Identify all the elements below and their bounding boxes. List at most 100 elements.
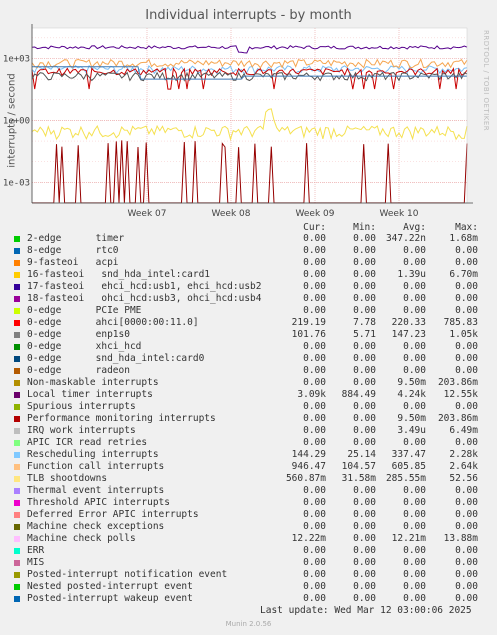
- legend-max: 203.86m: [437, 377, 478, 388]
- legend-name: 0-edge radeon: [27, 365, 130, 376]
- legend-row: Thermal event interrupts 0.00 0.00 0.00 0.00: [12, 485, 482, 497]
- legend-name: Nested posted-interrupt event: [27, 581, 193, 592]
- legend-swatch: [14, 464, 20, 470]
- legend-swatch: [14, 392, 20, 398]
- legend-row: Posted-interrupt wakeup event 0.00 0.00 0.0…: [12, 593, 482, 605]
- legend-row: Non-maskable interrupts 0.00 0.00 9.50m 203.…: [12, 377, 482, 389]
- legend-row: IRQ work interrupts 0.00 0.00 3.49u 6.49m: [12, 425, 482, 437]
- legend-row: APIC ICR read retries 0.00 0.00 0.00 0.00: [12, 437, 482, 449]
- legend-name: Machine check exceptions: [27, 521, 165, 532]
- legend-row: Function call interrupts 946.47 104.57 605.…: [12, 461, 482, 473]
- legend-swatch: [14, 272, 20, 278]
- legend-row: Machine check exceptions 0.00 0.00 0.00 0.00: [12, 521, 482, 533]
- legend-name: Spurious interrupts: [27, 401, 136, 412]
- legend-name: Machine check polls: [27, 533, 136, 544]
- legend-row: 0-edge PCIe PME 0.00 0.00 0.00 0.00: [12, 305, 482, 317]
- legend-row: Threshold APIC interrupts 0.00 0.00 0.00 0.0…: [12, 497, 482, 509]
- legend-max: 0.00: [455, 245, 478, 256]
- legend-swatch: [14, 332, 20, 338]
- legend-row: Machine check polls 12.22m 0.00 12.21m 13.88…: [12, 533, 482, 545]
- legend-swatch: [14, 368, 20, 374]
- chart-plot: 1e+03 1e+00 1e-03 Week 07 Week 08 Week 09 Week…: [3, 24, 473, 219]
- legend-max: 0.00: [455, 593, 478, 604]
- legend-max: 0.00: [455, 257, 478, 268]
- legend-row: ERR 0.00 0.00 0.00 0.00: [12, 545, 482, 557]
- legend-name: Deferred Error APIC interrupts: [27, 509, 199, 520]
- legend-swatch: [14, 260, 20, 266]
- legend-swatch: [14, 500, 20, 506]
- x-tick-label: Week 09: [296, 209, 335, 219]
- y-tick-label: 1e+03: [3, 54, 30, 64]
- legend-row: 18-fasteoi ohci_hcd:usb3, ohci_hcd:usb4 0…: [12, 293, 482, 305]
- legend-name: 9-fasteoi acpi: [27, 257, 119, 268]
- legend-row: Performance monitoring interrupts 0.00 0.0…: [12, 413, 482, 425]
- legend-swatch: [14, 452, 20, 458]
- legend-swatch: [14, 548, 20, 554]
- legend-name: 16-fasteoi snd_hda_intel:card1: [27, 269, 211, 280]
- legend-max: 0.00: [455, 281, 478, 292]
- legend-swatch: [14, 428, 20, 434]
- legend-name: 0-edge PCIe PME: [27, 305, 142, 316]
- legend-max: 203.86m: [437, 413, 478, 424]
- legend-max: 0.00: [455, 545, 478, 556]
- legend-swatch: [14, 584, 20, 590]
- legend-swatch: [14, 308, 20, 314]
- legend-max: 0.00: [455, 341, 478, 352]
- legend-name: 0-edge xhci_hcd: [27, 341, 142, 352]
- legend-swatch: [14, 560, 20, 566]
- legend-max: 0.00: [455, 569, 478, 580]
- legend-max: 0.00: [455, 353, 478, 364]
- legend-max: 0.00: [455, 557, 478, 568]
- legend-name: IRQ work interrupts: [27, 425, 136, 436]
- legend-swatch: [14, 476, 20, 482]
- legend-row: 0-edge enp1s0 101.76 5.71 147.23 1.05k: [12, 329, 482, 341]
- legend-max: 6.49m: [449, 425, 478, 436]
- legend-swatch: [14, 248, 20, 254]
- legend-name: Threshold APIC interrupts: [27, 497, 170, 508]
- legend-max: 0.00: [455, 485, 478, 496]
- legend-swatch: [14, 320, 20, 326]
- legend-max: 2.28k: [449, 449, 478, 460]
- legend-row: 16-fasteoi snd_hda_intel:card1 0.00 0.00 1.…: [12, 269, 482, 281]
- legend-header-max: Max:: [455, 222, 478, 233]
- legend-name: 0-edge ahci[0000:00:11.0]: [27, 317, 199, 328]
- legend-max: 0.00: [455, 581, 478, 592]
- legend-max: 785.83: [443, 317, 478, 328]
- legend-name: Function call interrupts: [27, 461, 165, 472]
- legend-max: 1.05k: [449, 329, 478, 340]
- legend-max: 0.00: [455, 293, 478, 304]
- legend-row: Spurious interrupts 0.00 0.00 0.00 0.00: [12, 401, 482, 413]
- y-tick-label: 1e-03: [3, 178, 30, 188]
- legend-max: 12.55k: [443, 389, 478, 400]
- legend-swatch: [14, 380, 20, 386]
- legend-name: 18-fasteoi ohci_hcd:usb3, ohci_hcd:usb4: [27, 293, 262, 304]
- legend-name: 17-fasteoi ehci_hcd:usb1, ehci_hcd:usb2: [27, 281, 262, 292]
- legend-name: MIS: [27, 557, 45, 568]
- legend-max: 1.68m: [449, 233, 478, 244]
- legend-swatch: [14, 416, 20, 422]
- legend-max: 0.00: [455, 497, 478, 508]
- legend-max: 0.00: [455, 401, 478, 412]
- legend-row: 0-edge ahci[0000:00:11.0] 219.19 7.78 220.3…: [12, 317, 482, 329]
- legend-max: 0.00: [455, 521, 478, 532]
- legend-swatch: [14, 512, 20, 518]
- legend-row: Rescheduling interrupts 144.29 25.14 337.47…: [12, 449, 482, 461]
- legend-max: 2.64k: [449, 461, 478, 472]
- legend-row: MIS 0.00 0.00 0.00 0.00: [12, 557, 482, 569]
- legend-name: Thermal event interrupts: [27, 485, 165, 496]
- last-update: Last update: Wed Mar 12 03:00:06 2025: [260, 605, 472, 616]
- munin-version: Munin 2.0.56: [225, 620, 272, 628]
- legend-row: Local timer interrupts 3.09k 884.49 4.24k 12…: [12, 389, 482, 401]
- legend-row: 8-edge rtc0 0.00 0.00 0.00 0.00: [12, 245, 482, 257]
- legend-name: 8-edge rtc0: [27, 245, 119, 256]
- legend-swatch: [14, 536, 20, 542]
- legend-swatch: [14, 488, 20, 494]
- legend-name: 0-edge enp1s0: [27, 329, 130, 340]
- legend-max: 0.00: [455, 365, 478, 376]
- legend-swatch: [14, 284, 20, 290]
- legend-max: 13.88m: [443, 533, 478, 544]
- legend-swatch: [14, 440, 20, 446]
- legend-row: TLB shootdowns 560.87m 31.58m 285.55m 52.56: [12, 473, 482, 485]
- legend-max: 0.00: [455, 509, 478, 520]
- x-tick-label: Week 07: [128, 209, 167, 219]
